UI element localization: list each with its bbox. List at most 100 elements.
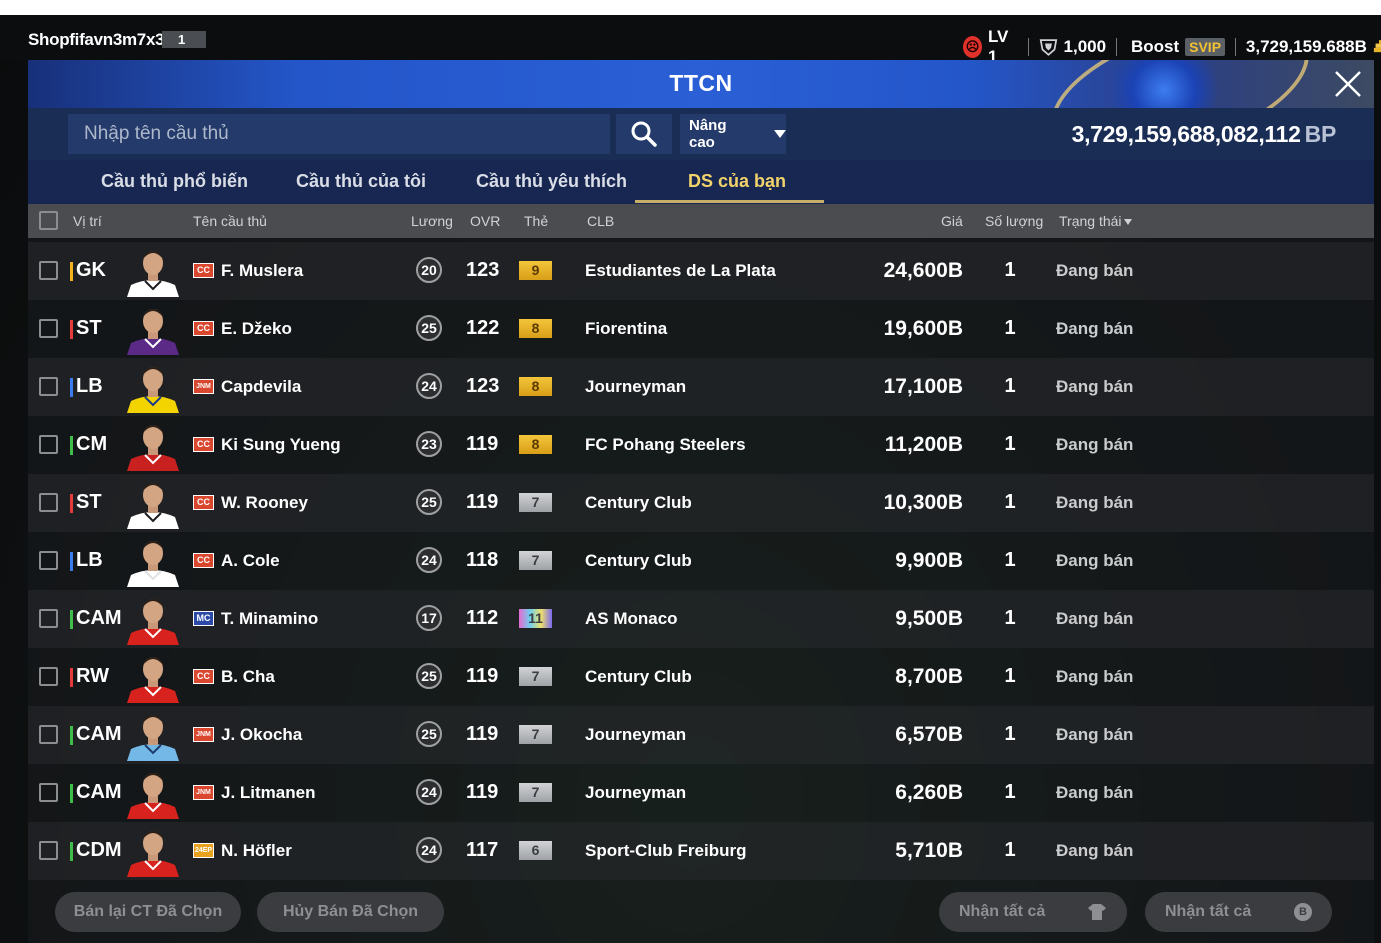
table-row[interactable]: CM CC Ki Sung Yueng 23 119 8 FC Pohang S… (28, 416, 1374, 474)
club-name: Sport-Club Freiburg (585, 841, 747, 860)
tab-favorite-players[interactable]: Cầu thủ yêu thích (476, 171, 627, 192)
player-name[interactable]: B. Cha (221, 667, 275, 687)
player-name[interactable]: W. Rooney (221, 493, 308, 513)
player-avatar (127, 425, 179, 471)
row-checkbox[interactable] (39, 319, 58, 338)
upgrade-grade-badge: 9 (519, 261, 552, 280)
salary-badge: 25 (416, 721, 442, 747)
listing-price: 17,100B (883, 375, 963, 398)
claim-all-coins-button[interactable]: Nhận tất cả B (1145, 892, 1332, 932)
position-color-bar (70, 610, 73, 629)
listing-quantity: 1 (1004, 723, 1016, 745)
salary-badge: 25 (416, 315, 442, 341)
player-avatar (127, 541, 179, 587)
table-row[interactable]: CAM JNM J. Litmanen 24 119 7 Journeyman … (28, 764, 1374, 822)
listing-price: 8,700B (895, 665, 963, 688)
position-color-bar (70, 842, 73, 861)
row-checkbox[interactable] (39, 609, 58, 628)
season-badge: CC (193, 553, 214, 568)
username: Shopfifavn3m7x3 (28, 30, 165, 49)
header-player-name: Tên cầu thủ (193, 213, 267, 229)
trophy-shield-icon (1039, 39, 1057, 56)
header-status-sort[interactable]: Trạng thái (1059, 213, 1132, 229)
table-header: Vị trí Tên cầu thủ Lương OVR Thẻ CLB Giá… (28, 204, 1374, 238)
search-bar: Nâng cao 3,729,159,688,082,112BP (28, 108, 1374, 160)
listing-status: Đang bán (1056, 841, 1134, 860)
player-avatar (127, 831, 179, 877)
table-row[interactable]: LB CC A. Cole 24 118 7 Century Club 9,90… (28, 532, 1374, 590)
position-color-bar (70, 378, 73, 397)
table-row[interactable]: ST CC W. Rooney 25 119 7 Century Club 10… (28, 474, 1374, 532)
resell-selected-button[interactable]: Bán lại CT Đã Chọn (55, 892, 241, 932)
listing-status: Đang bán (1056, 667, 1134, 686)
header-price: Giá (941, 213, 963, 229)
bp-balance: 3,729,159,688,082,112 BP (1072, 121, 1337, 148)
tab-my-listings[interactable]: DS của bạn (688, 171, 786, 192)
header-grade: Thẻ (524, 213, 549, 229)
player-name[interactable]: J. Okocha (221, 725, 302, 745)
row-checkbox[interactable] (39, 261, 58, 280)
row-checkbox[interactable] (39, 725, 58, 744)
listing-quantity: 1 (1004, 781, 1016, 803)
listing-quantity: 1 (1004, 433, 1016, 455)
close-icon[interactable] (1332, 68, 1364, 100)
player-position: LB (76, 375, 103, 397)
advanced-filter-label: Nâng cao (689, 117, 727, 151)
row-checkbox[interactable] (39, 551, 58, 570)
player-name[interactable]: T. Minamino (221, 609, 318, 629)
club-name: Estudiantes de La Plata (585, 261, 776, 280)
player-name[interactable]: J. Litmanen (221, 783, 315, 803)
row-checkbox[interactable] (39, 667, 58, 686)
table-row[interactable]: ST CC E. Džeko 25 122 8 Fiorentina 19,60… (28, 300, 1374, 358)
upgrade-grade-badge: 7 (519, 551, 552, 570)
player-name[interactable]: F. Muslera (221, 261, 303, 281)
row-checkbox[interactable] (39, 493, 58, 512)
table-row[interactable]: CAM JNM J. Okocha 25 119 7 Journeyman 6,… (28, 706, 1374, 764)
row-checkbox[interactable] (39, 377, 58, 396)
table-row[interactable]: RW CC B. Cha 25 119 7 Century Club 8,700… (28, 648, 1374, 706)
row-checkbox[interactable] (39, 783, 58, 802)
header-salary: Lương (411, 213, 453, 229)
table-row[interactable]: GK CC F. Muslera 20 123 9 Estudiantes de… (28, 242, 1374, 300)
tab-my-players[interactable]: Cầu thủ của tôi (296, 171, 426, 192)
advanced-filter-dropdown[interactable]: Nâng cao (680, 114, 786, 154)
claim-all-players-button[interactable]: Nhận tất cả (939, 892, 1127, 932)
tab-popular-players[interactable]: Cầu thủ phổ biến (101, 171, 248, 192)
table-row[interactable]: LB JNM Capdevila 24 123 8 Journeyman 17,… (28, 358, 1374, 416)
listing-quantity: 1 (1004, 491, 1016, 513)
select-all-checkbox[interactable] (39, 211, 58, 230)
club-name: Journeyman (585, 725, 687, 744)
header-club: CLB (587, 213, 615, 229)
claim-all-coins-label: Nhận tất cả (1165, 903, 1252, 920)
club-name: Journeyman (585, 377, 687, 396)
table-row[interactable]: CAM MC T. Minamino 17 112 11 AS Monaco 9… (28, 590, 1374, 648)
player-name[interactable]: Ki Sung Yueng (221, 435, 341, 455)
player-ovr: 119 (466, 665, 499, 687)
listing-price: 10,300B (883, 491, 963, 514)
season-badge: JNM (193, 727, 214, 742)
table-row[interactable]: CDM 24EP N. Höfler 24 117 6 Sport-Club F… (28, 822, 1374, 880)
cancel-selected-button[interactable]: Hủy Bán Đã Chọn (257, 892, 444, 932)
player-position: RW (76, 665, 109, 687)
salary-badge: 24 (416, 373, 442, 399)
listing-quantity: 1 (1004, 607, 1016, 629)
player-ovr: 112 (466, 607, 499, 629)
club-name: Century Club (585, 667, 692, 686)
upgrade-grade-badge: 8 (519, 435, 552, 454)
player-ovr: 123 (466, 375, 500, 397)
search-button[interactable] (616, 114, 672, 154)
player-name[interactable]: Capdevila (221, 377, 301, 397)
upgrade-grade-badge: 7 (519, 667, 552, 686)
player-name[interactable]: A. Cole (221, 551, 280, 571)
player-name[interactable]: E. Džeko (221, 319, 292, 339)
listing-quantity: 1 (1004, 665, 1016, 687)
player-name[interactable]: N. Höfler (221, 841, 292, 861)
row-checkbox[interactable] (39, 435, 58, 454)
player-avatar (127, 309, 179, 355)
header-quantity: Số lượng (985, 213, 1044, 229)
cancel-selected-label: Hủy Bán Đã Chọn (282, 903, 419, 920)
player-position: CDM (76, 839, 122, 861)
row-checkbox[interactable] (39, 841, 58, 860)
listing-status: Đang bán (1056, 551, 1134, 570)
player-name-search-input[interactable] (68, 114, 610, 154)
